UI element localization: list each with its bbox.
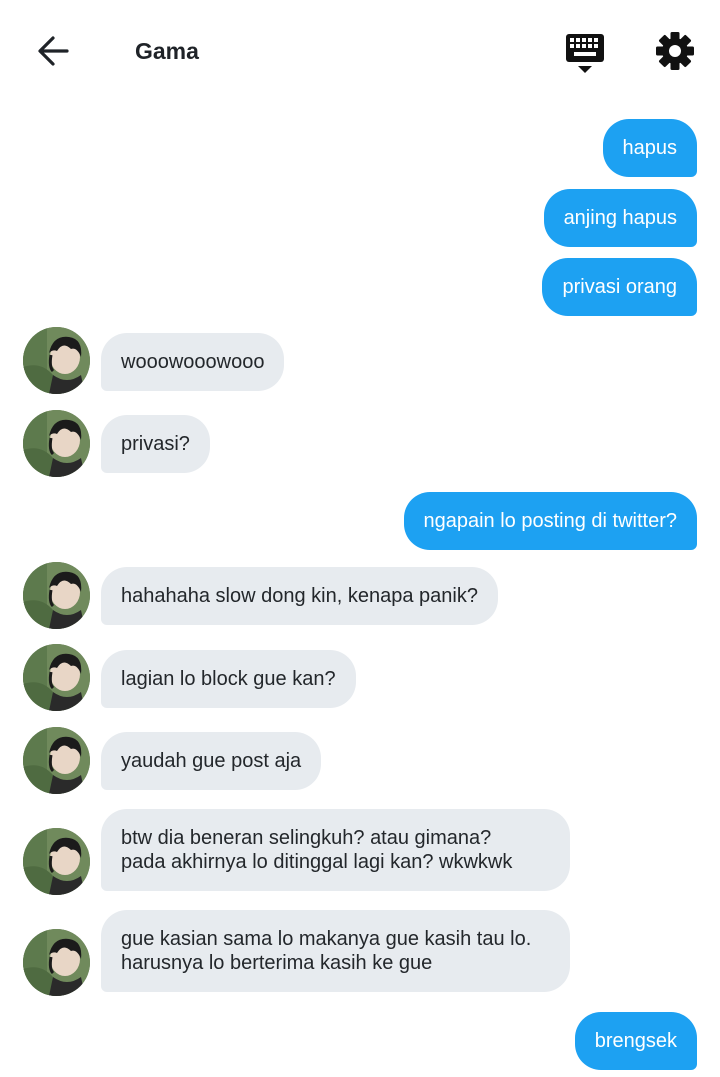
message-text: hahahaha slow dong kin, kenapa panik? — [101, 567, 498, 625]
message-incoming[interactable]: hahahaha slow dong kin, kenapa panik? — [101, 567, 498, 625]
avatar[interactable] — [23, 828, 90, 895]
gear-icon — [656, 32, 694, 70]
message-incoming[interactable]: privasi? — [101, 415, 210, 473]
message-outgoing[interactable]: anjing hapus — [543, 189, 697, 247]
avatar[interactable] — [23, 410, 90, 477]
message-text: lagian lo block gue kan? — [101, 650, 356, 708]
message-incoming[interactable]: gue kasian sama lo makanya gue kasih tau… — [101, 910, 570, 992]
hide-keyboard-button[interactable] — [562, 30, 608, 76]
avatar-image — [23, 644, 90, 711]
avatar-image — [23, 327, 90, 394]
avatar[interactable] — [23, 644, 90, 711]
message-text: gue kasian sama lo makanya gue kasih tau… — [101, 910, 570, 992]
message-outgoing[interactable]: brengsek — [574, 1012, 697, 1070]
message-text: btw dia beneran selingkuh? atau gimana? … — [101, 809, 570, 891]
back-button[interactable] — [32, 30, 74, 72]
message-text: anjing hapus — [543, 189, 697, 247]
message-text: privasi orang — [542, 258, 697, 316]
arrow-left-icon — [38, 36, 69, 66]
avatar-image — [23, 562, 90, 629]
avatar-image — [23, 929, 90, 996]
message-text: wooowooowooo — [101, 333, 285, 391]
avatar-image — [23, 727, 90, 794]
avatar-image — [23, 828, 90, 895]
message-text: ngapain lo posting di twitter? — [403, 492, 697, 550]
avatar[interactable] — [23, 929, 90, 996]
avatar[interactable] — [23, 327, 90, 394]
avatar[interactable] — [23, 562, 90, 629]
avatar[interactable] — [23, 727, 90, 794]
message-incoming[interactable]: lagian lo block gue kan? — [101, 650, 356, 708]
message-incoming[interactable]: yaudah gue post aja — [101, 732, 322, 790]
avatar-image — [23, 410, 90, 477]
message-outgoing[interactable]: privasi orang — [542, 258, 697, 316]
message-incoming[interactable]: wooowooowooo — [101, 333, 285, 391]
message-text: brengsek — [574, 1012, 697, 1070]
chat-header: Gama — [0, 0, 720, 104]
message-text: privasi? — [101, 415, 210, 473]
message-text: yaudah gue post aja — [101, 732, 322, 790]
message-incoming[interactable]: btw dia beneran selingkuh? atau gimana? … — [101, 809, 570, 891]
settings-button[interactable] — [652, 28, 698, 74]
message-outgoing[interactable]: hapus — [602, 119, 697, 177]
message-outgoing[interactable]: ngapain lo posting di twitter? — [403, 492, 697, 550]
page-title: Gama — [135, 38, 199, 64]
keyboard-hide-icon — [566, 34, 604, 73]
message-text: hapus — [602, 119, 697, 177]
